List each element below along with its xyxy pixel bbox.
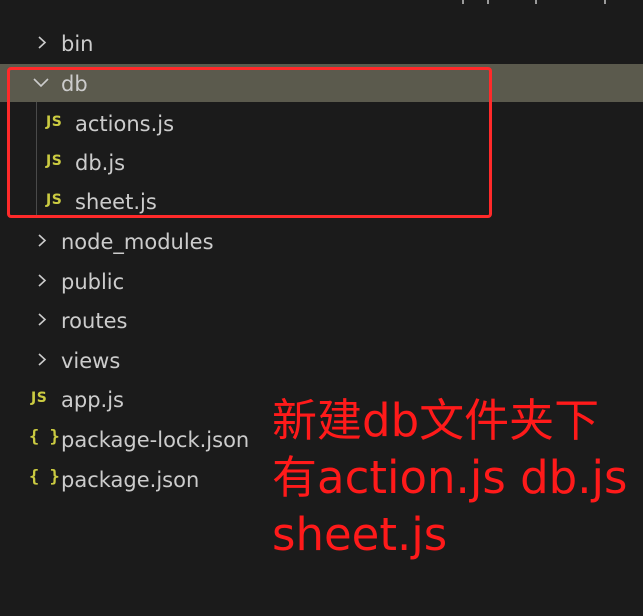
- tree-item-label: app.js: [61, 388, 124, 412]
- annotation-text: 新建db文件夹下 有action.js db.js sheet.js: [272, 392, 640, 563]
- js-file-icon: JS: [46, 192, 63, 208]
- json-file-icon: { }: [29, 427, 60, 447]
- tree-item-sheet-js[interactable]: JS sheet.js: [0, 182, 643, 220]
- json-file-icon: { }: [29, 467, 60, 487]
- tree-item-routes[interactable]: routes: [0, 301, 643, 339]
- tree-item-db[interactable]: db: [0, 64, 643, 102]
- toolbar-divider: [487, 0, 489, 4]
- tree-item-label: public: [61, 270, 125, 294]
- chevron-right-icon: [35, 274, 48, 287]
- tree-item-node-modules[interactable]: node_modules: [0, 222, 643, 260]
- js-file-icon: JS: [46, 153, 63, 169]
- chevron-right-icon: [35, 353, 48, 366]
- tree-item-label: bin: [61, 32, 94, 56]
- tree-item-label: sheet.js: [75, 190, 157, 214]
- tree-item-actions-js[interactable]: JS actions.js: [0, 104, 643, 142]
- tree-item-label: db: [61, 72, 88, 96]
- tree-item-bin[interactable]: bin: [0, 24, 643, 62]
- toolbar-divider: [604, 0, 606, 4]
- tree-item-label: node_modules: [61, 230, 214, 254]
- indent-guide: [36, 102, 37, 216]
- tree-item-views[interactable]: views: [0, 341, 643, 379]
- tree-item-label: db.js: [75, 151, 126, 175]
- js-file-icon: JS: [31, 390, 48, 406]
- tree-item-label: package.json: [61, 468, 200, 492]
- tree-item-public[interactable]: public: [0, 262, 643, 300]
- explorer-header-strip: [0, 0, 643, 8]
- toolbar-divider: [462, 0, 464, 4]
- js-file-icon: JS: [46, 114, 63, 130]
- tree-item-db-js[interactable]: JS db.js: [0, 143, 643, 181]
- annotation-line: sheet.js: [272, 508, 448, 561]
- annotation-line: 新建db文件夹下: [272, 394, 600, 447]
- tree-item-label: views: [61, 349, 121, 373]
- chevron-down-icon: [33, 76, 49, 89]
- chevron-right-icon: [35, 36, 48, 49]
- tree-item-label: package-lock.json: [61, 428, 250, 452]
- toolbar-divider: [535, 0, 537, 4]
- chevron-right-icon: [35, 234, 48, 247]
- annotation-line: 有action.js db.js: [272, 451, 628, 504]
- tree-item-label: routes: [61, 309, 128, 333]
- chevron-right-icon: [35, 313, 48, 326]
- tree-item-label: actions.js: [75, 112, 175, 136]
